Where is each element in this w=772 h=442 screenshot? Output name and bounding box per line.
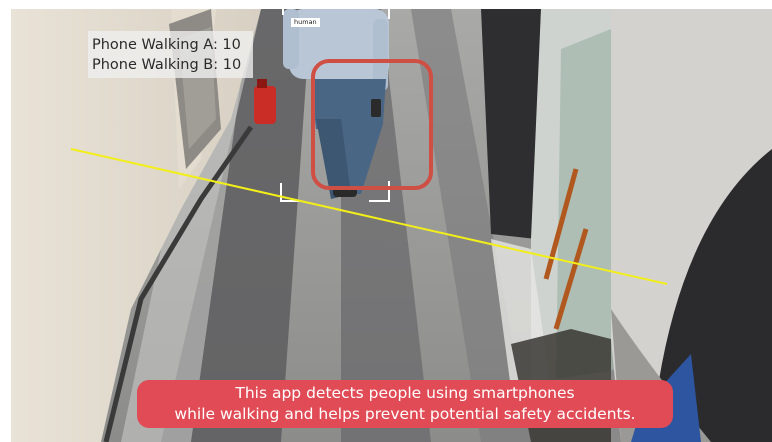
phone-detection-box — [311, 59, 433, 190]
counter-phone-walking-a: Phone Walking A: 10 — [92, 37, 241, 53]
caption-line-1: This app detects people using smartphone… — [235, 384, 575, 402]
caption-banner: This app detects people using smartphone… — [137, 380, 673, 428]
video-frame: human Phone Walking A: 10 Phone Walking … — [0, 0, 772, 442]
counter-phone-walking-b: Phone Walking B: 10 — [92, 57, 242, 73]
counter-panel: Phone Walking A: 10 Phone Walking B: 10 — [88, 31, 253, 78]
detection-label: human — [291, 18, 320, 27]
caption-line-2: while walking and helps prevent potentia… — [174, 405, 636, 423]
